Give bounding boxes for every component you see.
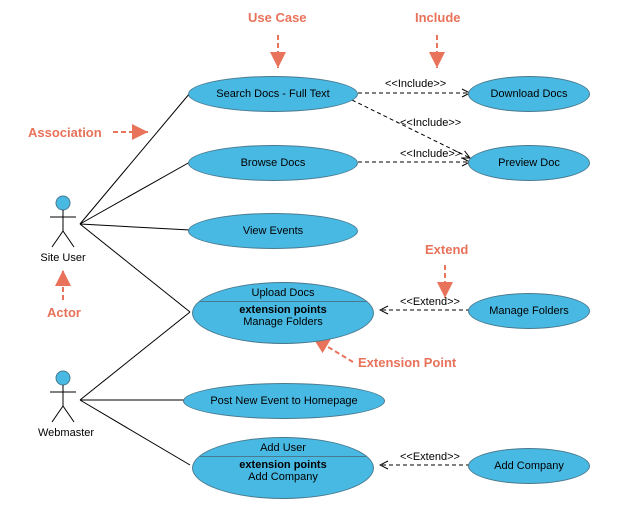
usecase-search: Search Docs - Full Text [188, 76, 358, 112]
stereo-extend-2: <<Extend>> [400, 451, 460, 463]
usecase-search-label: Search Docs - Full Text [216, 88, 330, 100]
annotation-use-case: Use Case [248, 10, 307, 25]
usecase-add-user-ext-label: extension points [193, 456, 373, 471]
usecase-upload: Upload Docs extension points Manage Fold… [192, 282, 374, 344]
annotation-association: Association [28, 125, 102, 140]
usecase-add-user-title: Add User [260, 438, 306, 454]
usecase-manage-folders-label: Manage Folders [489, 305, 569, 317]
usecase-manage-folders: Manage Folders [468, 293, 590, 329]
stereo-extend-1: <<Extend>> [400, 296, 460, 308]
usecase-browse-label: Browse Docs [241, 157, 306, 169]
actor-icon [47, 195, 79, 250]
stereo-include-2: <<Include>> [400, 117, 461, 129]
annotation-extend: Extend [425, 242, 468, 257]
usecase-preview: Preview Doc [468, 145, 590, 181]
actor-site-user-label: Site User [38, 252, 88, 264]
usecase-upload-ext-label: extension points [193, 301, 373, 316]
usecase-upload-title: Upload Docs [252, 283, 315, 299]
usecase-browse: Browse Docs [188, 145, 358, 181]
usecase-add-company-label: Add Company [494, 460, 564, 472]
stereo-include-1: <<Include>> [385, 78, 446, 90]
annotation-include: Include [415, 10, 461, 25]
actor-site-user: Site User [38, 195, 88, 264]
usecase-upload-ext-val: Manage Folders [243, 316, 323, 328]
actor-webmaster: Webmaster [38, 370, 88, 439]
usecase-add-user: Add User extension points Add Company [192, 437, 374, 499]
usecase-post-event: Post New Event to Homepage [183, 383, 385, 419]
usecase-download: Download Docs [468, 76, 590, 112]
usecase-download-label: Download Docs [490, 88, 567, 100]
annotation-actor: Actor [47, 305, 81, 320]
usecase-preview-label: Preview Doc [498, 157, 560, 169]
actor-icon [47, 370, 79, 425]
usecase-view-events-label: View Events [243, 225, 303, 237]
actor-webmaster-label: Webmaster [38, 427, 88, 439]
usecase-view-events: View Events [188, 213, 358, 249]
usecase-add-user-ext-val: Add Company [248, 471, 318, 483]
stereo-include-3: <<Include>> [400, 148, 461, 160]
usecase-add-company: Add Company [468, 448, 590, 484]
annotation-extension-point: Extension Point [358, 355, 456, 370]
usecase-post-event-label: Post New Event to Homepage [210, 395, 357, 407]
